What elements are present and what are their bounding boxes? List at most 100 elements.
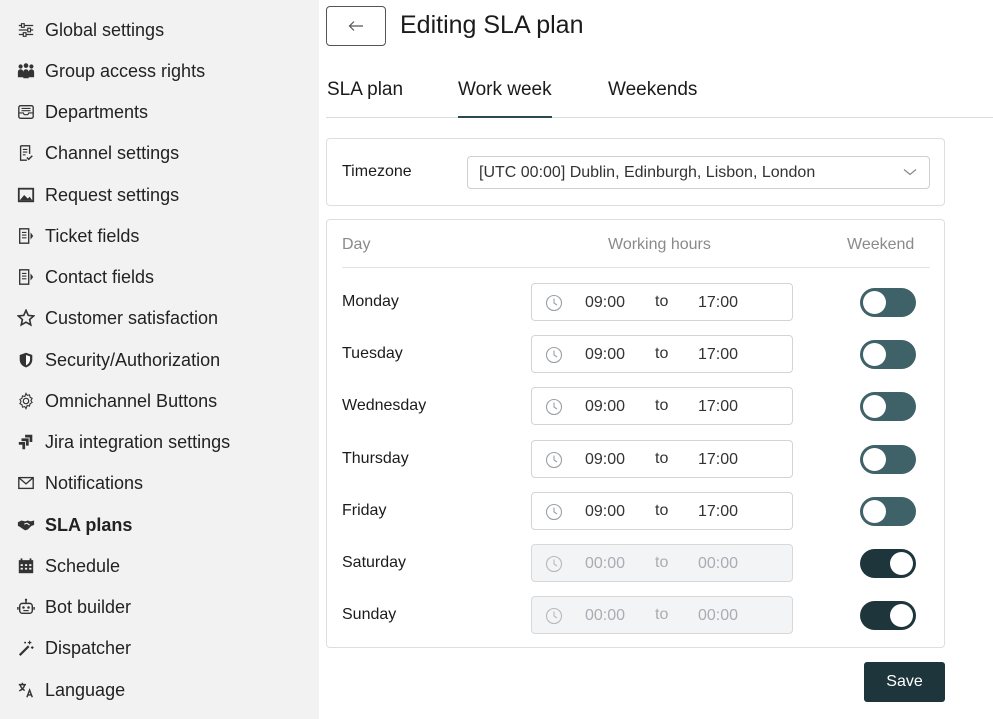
- toggle-knob: [863, 395, 886, 419]
- start-time[interactable]: 09:00: [585, 503, 625, 521]
- day-row: Monday 09:00 to 17:00: [327, 283, 946, 321]
- start-time[interactable]: 09:00: [585, 294, 625, 312]
- weekend-toggle[interactable]: [860, 288, 916, 317]
- end-time[interactable]: 17:00: [698, 503, 738, 521]
- column-header-weekend: Weekend: [847, 236, 915, 253]
- sidebar-item-global-settings[interactable]: Global settings: [16, 15, 306, 45]
- sidebar-item-ticket-fields[interactable]: Ticket fields: [16, 221, 306, 251]
- sidebar-item-customer-satisfaction[interactable]: Customer satisfaction: [16, 303, 306, 333]
- end-time[interactable]: 17:00: [698, 346, 738, 364]
- sidebar-item-language[interactable]: Language: [16, 675, 306, 705]
- start-time[interactable]: 09:00: [585, 346, 625, 364]
- to-separator: to: [655, 501, 669, 519]
- day-row: Thursday 09:00 to 17:00: [327, 439, 946, 478]
- day-name: Thursday: [342, 449, 409, 467]
- magic-wand-icon: [16, 638, 36, 658]
- inbox-tray-icon: [16, 102, 36, 122]
- to-separator: to: [655, 449, 669, 467]
- calendar-icon: [16, 556, 36, 576]
- working-hours-field[interactable]: 09:00 to 17:00: [531, 387, 793, 426]
- form-fields-icon: [16, 226, 36, 246]
- end-time[interactable]: 17:00: [698, 294, 738, 312]
- sidebar-item-omnichannel-buttons[interactable]: Omnichannel Buttons: [16, 386, 306, 416]
- jira-icon: [16, 432, 36, 452]
- sidebar-item-label: SLA plans: [45, 514, 133, 535]
- sidebar-item-label: Schedule: [45, 555, 121, 576]
- arrow-left-icon: [348, 20, 364, 32]
- end-time[interactable]: 17:00: [698, 398, 738, 416]
- gear-icon: [16, 391, 36, 411]
- sidebar-item-sla-plans[interactable]: SLA plans: [16, 510, 306, 540]
- start-time[interactable]: 09:00: [585, 451, 625, 469]
- day-name: Sunday: [342, 606, 397, 624]
- toggle-knob: [863, 499, 886, 523]
- timezone-card: Timezone [UTC 00:00] Dublin, Edinburgh, …: [326, 138, 945, 206]
- working-hours-field[interactable]: 09:00 to 17:00: [531, 491, 793, 530]
- timezone-select[interactable]: [UTC 00:00] Dublin, Edinburgh, Lisbon, L…: [467, 156, 930, 189]
- sidebar-item-label: Departments: [45, 101, 149, 122]
- handshake-icon: [16, 515, 36, 535]
- checklist-doc-icon: [16, 143, 36, 163]
- sidebar-item-channel-settings[interactable]: Channel settings: [16, 138, 306, 168]
- sidebar-item-security-authorization[interactable]: Security/Authorization: [16, 345, 306, 375]
- sidebar-item-bot-builder[interactable]: Bot builder: [16, 592, 306, 622]
- timezone-label: Timezone: [342, 163, 412, 180]
- envelope-icon: [16, 473, 36, 493]
- sidebar-item-notifications[interactable]: Notifications: [16, 468, 306, 498]
- save-button[interactable]: Save: [864, 662, 945, 702]
- tab-sla-plan[interactable]: SLA plan: [327, 70, 403, 118]
- working-hours-card: Day Working hours Weekend Monday 09:00 to 1…: [326, 219, 945, 648]
- start-time[interactable]: 09:00: [585, 398, 625, 416]
- sidebar-item-label: Jira integration settings: [45, 431, 231, 452]
- robot-icon: [16, 597, 36, 617]
- working-hours-field: 00:00 to 00:00: [531, 544, 793, 582]
- translate-icon: [16, 680, 36, 700]
- weekend-toggle[interactable]: [860, 496, 916, 526]
- day-row: Friday 09:00 to 17:00: [327, 491, 946, 530]
- to-separator: to: [655, 606, 669, 624]
- sidebar-item-label: Omnichannel Buttons: [45, 390, 218, 411]
- sidebar-item-label: Language: [45, 679, 126, 700]
- weekend-toggle[interactable]: [860, 549, 916, 578]
- toggle-knob: [863, 343, 886, 367]
- working-hours-field[interactable]: 09:00 to 17:00: [531, 283, 793, 321]
- sidebar-item-label: Security/Authorization: [45, 349, 221, 370]
- sidebar-item-request-settings[interactable]: Request settings: [16, 180, 306, 210]
- sidebar-item-jira-integration[interactable]: Jira integration settings: [16, 427, 306, 457]
- tab-bar: SLA plan Work week Weekends: [326, 70, 993, 118]
- day-name: Friday: [342, 501, 387, 519]
- page-title: Editing SLA plan: [400, 11, 584, 39]
- sidebar-item-label: Global settings: [45, 19, 165, 40]
- to-separator: to: [655, 345, 669, 363]
- working-hours-field[interactable]: 09:00 to 17:00: [531, 335, 793, 374]
- sidebar-item-contact-fields[interactable]: Contact fields: [16, 262, 306, 292]
- sidebar-item-group-access-rights[interactable]: Group access rights: [16, 56, 306, 86]
- sidebar-item-label: Dispatcher: [45, 637, 132, 658]
- day-row: Sunday 00:00 to 00:00: [327, 596, 946, 635]
- weekend-toggle[interactable]: [860, 601, 916, 631]
- working-hours-field[interactable]: 09:00 to 17:00: [531, 439, 793, 478]
- end-time: 00:00: [698, 607, 739, 625]
- weekend-toggle[interactable]: [860, 340, 916, 370]
- sidebar: Global settings Group access rights Depa…: [0, 0, 319, 719]
- header-divider: [342, 267, 930, 268]
- end-time[interactable]: 17:00: [698, 451, 738, 469]
- sidebar-item-departments[interactable]: Departments: [16, 97, 306, 127]
- weekend-toggle[interactable]: [860, 444, 916, 474]
- sidebar-item-label: Customer satisfaction: [45, 307, 219, 328]
- toggle-knob: [863, 447, 886, 471]
- sidebar-item-label: Group access rights: [45, 60, 206, 81]
- day-row: Tuesday 09:00 to 17:00: [327, 335, 946, 374]
- back-button[interactable]: [326, 6, 386, 46]
- tab-work-week[interactable]: Work week: [458, 70, 552, 118]
- star-outline-icon: [16, 308, 36, 328]
- toggle-knob: [890, 552, 913, 575]
- form-fields-icon: [16, 267, 36, 287]
- tab-weekends[interactable]: Weekends: [608, 70, 697, 118]
- toggle-knob: [863, 291, 886, 314]
- timezone-value: [UTC 00:00] Dublin, Edinburgh, Lisbon, L…: [479, 164, 816, 181]
- sidebar-item-label: Bot builder: [45, 596, 132, 617]
- sidebar-item-schedule[interactable]: Schedule: [16, 551, 306, 581]
- weekend-toggle[interactable]: [860, 392, 916, 422]
- sidebar-item-dispatcher[interactable]: Dispatcher: [16, 633, 306, 663]
